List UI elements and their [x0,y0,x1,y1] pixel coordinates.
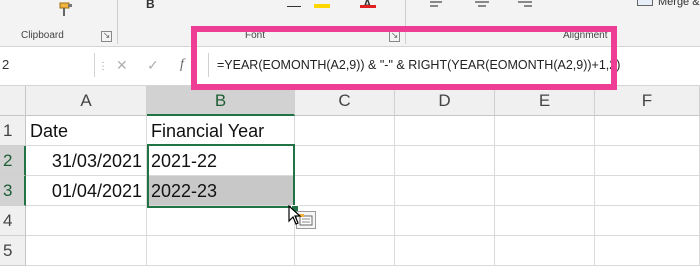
align-line [430,5,438,7]
row-header-5[interactable]: 5 [0,236,26,266]
font-color-icon[interactable]: A [360,0,376,11]
align-line [524,5,532,7]
align-line [430,1,442,3]
formula-bar: 2 ⋮ ✕ ✓ f =YEAR(EOMONTH(A2,9)) & "-" & R… [0,47,700,86]
align-line [478,5,486,7]
cell-e1[interactable] [495,116,595,146]
cell-d4[interactable] [395,206,495,236]
cell-f1[interactable] [595,116,700,146]
select-all-corner[interactable] [0,86,26,116]
column-header-a[interactable]: A [26,86,147,116]
ribbon-separator [117,0,118,44]
cell-d1[interactable] [395,116,495,146]
align-line [475,1,489,3]
mouse-cursor-icon [288,204,302,230]
highlight-color-bar [314,4,330,8]
merge-label[interactable]: Merge & [658,0,700,8]
cell-a2[interactable]: 31/03/2021 [26,146,147,176]
column-header-e[interactable]: E [495,86,595,116]
column-header-b[interactable]: B [147,86,295,116]
align-right-icon[interactable] [518,1,532,7]
align-line [518,1,532,3]
cell-a4[interactable] [26,206,147,236]
cell-c5[interactable] [295,236,395,266]
cell-b3[interactable]: 2022-23 [147,176,295,206]
align-left-icon[interactable] [430,1,444,7]
font-color-bar [360,5,376,8]
column-header-f[interactable]: F [595,86,700,116]
cell-c3[interactable] [295,176,395,206]
formula-divider [208,53,209,77]
cell-d2[interactable] [395,146,495,176]
more-options-icon[interactable]: ⋮ [98,61,108,72]
cell-f5[interactable] [595,236,700,266]
ribbon: Clipboard ↘ B A Font ↘ Merge & Alignment [0,0,700,47]
cell-e3[interactable] [495,176,595,206]
format-painter-icon[interactable] [58,2,76,23]
cell-e5[interactable] [495,236,595,266]
font-group-label: Font [245,30,266,41]
alignment-group-label: Alignment [563,30,608,41]
row-header-3[interactable]: 3 [0,176,26,206]
merge-icon[interactable] [637,0,653,6]
ribbon-separator [405,0,406,44]
clipboard-group-label: Clipboard [21,30,64,41]
name-box[interactable]: 2 [0,53,95,77]
bold-icon[interactable]: B [146,0,155,11]
highlight-icon[interactable] [314,1,330,8]
cell-a3[interactable]: 01/04/2021 [26,176,147,206]
cell-f3[interactable] [595,176,700,206]
cell-e2[interactable] [495,146,595,176]
insert-function-icon[interactable]: f [180,57,184,73]
column-header-c[interactable]: C [295,86,395,116]
enter-icon[interactable]: ✓ [147,57,159,74]
cell-e4[interactable] [495,206,595,236]
clipboard-dialog-launcher-icon[interactable]: ↘ [101,31,112,42]
align-center-icon[interactable] [475,1,489,7]
cell-b5[interactable] [147,236,295,266]
cell-c1[interactable] [295,116,395,146]
font-dialog-launcher-icon[interactable]: ↘ [389,31,400,42]
cancel-icon[interactable]: ✕ [116,57,128,74]
cell-d5[interactable] [395,236,495,266]
cell-b4[interactable] [147,206,295,236]
row-header-1[interactable]: 1 [0,116,26,146]
cell-b2[interactable]: 2021-22 [147,146,295,176]
cell-f2[interactable] [595,146,700,176]
underline-icon[interactable] [287,0,301,7]
cell-a1[interactable]: Date [26,116,147,146]
cell-f4[interactable] [595,206,700,236]
worksheet-grid: A B C D E F 1 2 3 4 5 Date Financial Yea… [0,86,700,266]
formula-input[interactable]: =YEAR(EOMONTH(A2,9)) & "-" & RIGHT(YEAR(… [217,58,620,72]
cell-d3[interactable] [395,176,495,206]
cell-c2[interactable] [295,146,395,176]
cell-b1[interactable]: Financial Year [147,116,295,146]
row-header-2[interactable]: 2 [0,146,26,176]
column-header-d[interactable]: D [395,86,495,116]
row-header-4[interactable]: 4 [0,206,26,236]
cell-a5[interactable] [26,236,147,266]
